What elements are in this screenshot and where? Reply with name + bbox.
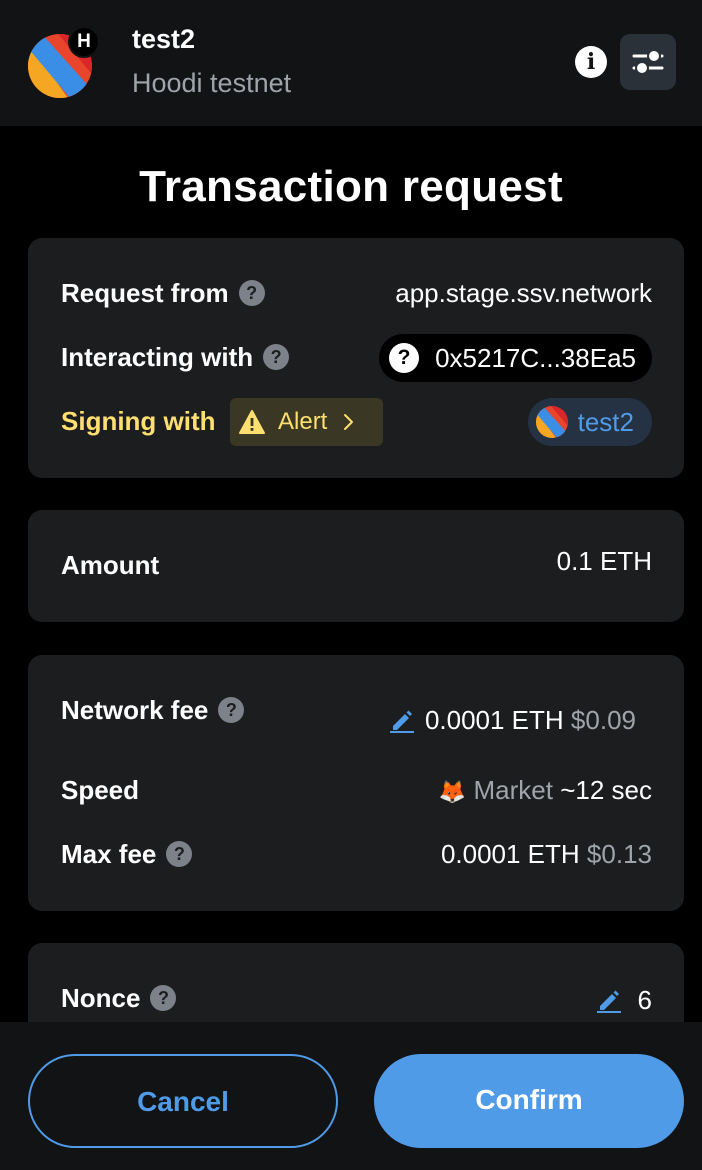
signing-with-label: Signing with: [61, 406, 216, 436]
nonce-value: 6: [637, 985, 652, 1015]
info-icon[interactable]: i: [575, 46, 607, 78]
max-fee-label: Max fee: [61, 839, 157, 869]
request-from-value: app.stage.ssv.network: [395, 278, 652, 308]
edit-nonce-button[interactable]: [596, 987, 622, 1020]
help-icon[interactable]: ?: [238, 280, 265, 306]
account-avatar: [535, 406, 568, 438]
chevron-right-icon: [344, 414, 354, 430]
contract-address-pill[interactable]: ? 0x5217C...38Ea5: [379, 334, 652, 382]
help-icon[interactable]: ?: [166, 841, 193, 867]
fee-card: Network fee? 0.0001 ETH $0.09 Speed 🦊 Ma…: [28, 655, 684, 911]
signing-account-name: test2: [577, 406, 634, 437]
nonce-row: Nonce?: [61, 983, 177, 1014]
network-fee-value: 0.0001 ETH $0.09: [389, 705, 636, 740]
warning-icon: [239, 410, 265, 434]
fox-icon: 🦊: [438, 779, 467, 804]
account-name[interactable]: test2: [132, 24, 195, 55]
help-icon[interactable]: ?: [150, 985, 177, 1011]
network-name[interactable]: Hoodi testnet: [132, 68, 291, 99]
network-fee-fiat: $0.09: [570, 705, 636, 735]
contract-address: 0x5217C...38Ea5: [435, 342, 636, 373]
network-fee-row: Network fee?: [61, 695, 245, 726]
sliders-icon: [632, 49, 664, 75]
request-from-row: Request from?: [61, 278, 265, 309]
network-fee-label: Network fee: [61, 695, 209, 725]
network-badge: H: [68, 26, 100, 58]
help-icon[interactable]: ?: [218, 697, 245, 723]
amount-label: Amount: [61, 550, 160, 580]
amount-card: Amount 0.1 ETH: [28, 510, 684, 622]
interacting-with-label: Interacting with: [61, 342, 254, 372]
settings-button[interactable]: [620, 34, 676, 90]
confirm-button[interactable]: Confirm: [374, 1054, 684, 1148]
unknown-contract-icon: ?: [389, 343, 420, 373]
speed-value: 🦊 Market ~12 sec: [439, 775, 652, 806]
pencil-icon: [596, 990, 621, 1013]
max-fee-value: 0.0001 ETH $0.13: [441, 839, 652, 870]
header-bar: H test2 Hoodi testnet i: [0, 0, 702, 126]
nonce-label: Nonce: [61, 983, 141, 1013]
max-fee-eth: 0.0001 ETH: [440, 839, 580, 869]
edit-gas-button[interactable]: [389, 707, 415, 740]
interacting-with-row: Interacting with?: [61, 342, 290, 373]
network-fee-eth: 0.0001 ETH: [424, 705, 564, 735]
request-card: Request from? app.stage.ssv.network Inte…: [28, 238, 684, 478]
pencil-icon: [389, 710, 414, 733]
request-from-label: Request from: [61, 278, 229, 308]
footer-bar: Cancel Confirm: [0, 1022, 702, 1170]
signing-account-pill[interactable]: test2: [527, 398, 652, 446]
amount-value: 0.1 ETH: [556, 546, 652, 576]
speed-time: ~12 sec: [560, 775, 652, 805]
cancel-button[interactable]: Cancel: [28, 1054, 338, 1148]
speed-label: Speed: [61, 775, 140, 805]
max-fee-row: Max fee?: [61, 839, 193, 870]
page-title: Transaction request: [139, 162, 563, 211]
speed-mode: Market: [473, 775, 553, 805]
max-fee-fiat: $0.13: [586, 839, 652, 869]
alert-label: Alert: [278, 408, 328, 435]
alert-button[interactable]: Alert: [230, 398, 384, 446]
nonce-value-row: 6: [596, 985, 652, 1020]
help-icon[interactable]: ?: [263, 344, 290, 370]
